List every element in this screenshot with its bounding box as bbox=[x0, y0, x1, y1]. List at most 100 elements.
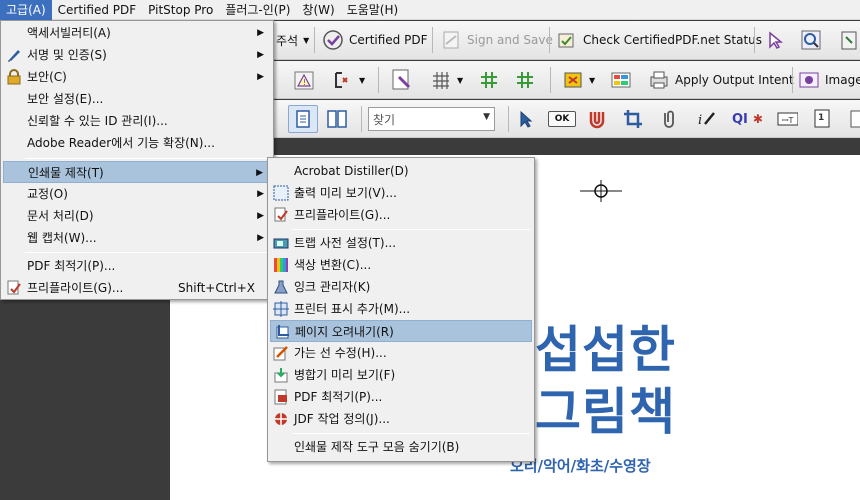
text-field-tool-button[interactable]: ꟷT bbox=[776, 105, 798, 133]
color-convert-button[interactable]: ▼ bbox=[562, 66, 595, 94]
arrow-cursor-icon bbox=[514, 108, 536, 130]
info-tool-button[interactable]: i bbox=[696, 105, 718, 133]
image-button[interactable]: Image bbox=[798, 66, 860, 94]
select-tool-button[interactable] bbox=[764, 26, 786, 54]
submenu-item-jdf-job-definitions[interactable]: JDF 작업 정의(J)... bbox=[270, 408, 532, 430]
dropdown-arrow-icon: ▼ bbox=[457, 75, 464, 85]
magnifier-icon bbox=[800, 29, 822, 51]
trap-presets-icon bbox=[273, 235, 289, 251]
menu-plugins[interactable]: 플러그-인(P) bbox=[219, 0, 296, 20]
dropdown-arrow-icon: ▼ bbox=[589, 75, 596, 85]
hash-green-icon bbox=[514, 69, 536, 91]
submenu-arrow-icon: ▶ bbox=[256, 168, 263, 178]
crop-tool-button[interactable] bbox=[622, 105, 644, 133]
magnet-tool-button[interactable] bbox=[586, 105, 608, 133]
menu-item-print-production[interactable]: 인쇄물 제작(T) ▶ bbox=[3, 161, 271, 183]
menu-item-proofing[interactable]: 교정(O) ▶ bbox=[3, 183, 271, 205]
submenu-item-flattener-preview[interactable]: 병합기 미리 보기(F) bbox=[270, 364, 532, 386]
numbered-list-tool-button[interactable]: 1 bbox=[812, 105, 834, 133]
submenu-arrow-icon: ▶ bbox=[257, 211, 264, 221]
trap-presets-button[interactable] bbox=[514, 66, 536, 94]
crop-marks-button[interactable]: ▼ bbox=[332, 66, 365, 94]
submenu-item-hide-print-toolbar[interactable]: 인쇄물 제작 도구 모음 숨기기(B) bbox=[270, 436, 532, 458]
submenu-item-ink-manager[interactable]: 잉크 관리자(K) bbox=[270, 276, 532, 298]
check-certified-status-button[interactable]: Check CertifiedPDF.net Status bbox=[556, 26, 762, 54]
menu-item-preflight[interactable]: 프리플라이트(G)... Shift+Ctrl+X bbox=[3, 277, 271, 299]
submenu-item-convert-colors[interactable]: 색상 변환(C)... bbox=[270, 254, 532, 276]
document-edit-icon bbox=[838, 29, 860, 51]
find-input[interactable]: 찾기 ▼ bbox=[368, 107, 495, 131]
convert-colors-icon bbox=[273, 257, 289, 273]
preflight-icon bbox=[273, 207, 289, 223]
menu-bar: 고급(A) Certified PDF PitStop Pro 플러그-인(P)… bbox=[0, 0, 860, 20]
single-page-view-button[interactable] bbox=[288, 105, 318, 133]
crop-crosshair-icon bbox=[580, 180, 622, 202]
menu-help[interactable]: 도움말(H) bbox=[341, 0, 405, 20]
toolbar-separator bbox=[754, 27, 755, 53]
submenu-arrow-icon: ▶ bbox=[257, 50, 264, 60]
submenu-item-acrobat-distiller[interactable]: Acrobat Distiller(D) bbox=[270, 160, 532, 182]
menu-separator bbox=[25, 158, 269, 159]
preflight-icon bbox=[6, 280, 22, 296]
single-page-icon bbox=[292, 108, 314, 130]
menu-item-trusted-id[interactable]: 신뢰할 수 있는 ID 관리(I)... bbox=[3, 110, 271, 132]
grid-tool-button[interactable]: ▼ bbox=[430, 66, 463, 94]
star-icon: ✱ bbox=[752, 112, 763, 126]
menu-item-security-settings[interactable]: 보안 설정(E)... bbox=[3, 88, 271, 110]
menu-advanced[interactable]: 고급(A) bbox=[0, 0, 52, 20]
menu-pitstop-pro[interactable]: PitStop Pro bbox=[142, 0, 219, 20]
ok-button[interactable]: OK bbox=[548, 105, 576, 133]
warning-triangle-icon: ! bbox=[293, 69, 315, 91]
select-object-button[interactable] bbox=[514, 105, 536, 133]
dropdown-arrow-icon[interactable]: ▼ bbox=[483, 112, 490, 122]
dropdown-arrow-icon: ▼ bbox=[359, 75, 366, 85]
toolbar-separator bbox=[550, 67, 551, 93]
menu-item-web-capture[interactable]: 웹 캡처(W)... ▶ bbox=[3, 227, 271, 249]
sign-save-icon bbox=[440, 29, 462, 51]
menu-certified-pdf[interactable]: Certified PDF bbox=[52, 0, 143, 20]
svg-text:i: i bbox=[698, 113, 702, 128]
toolbar-separator bbox=[508, 106, 509, 132]
preflight-button[interactable] bbox=[390, 66, 412, 94]
fix-hairlines-icon bbox=[273, 345, 289, 361]
crop-icon bbox=[622, 108, 644, 130]
paperclip-icon bbox=[658, 108, 680, 130]
toolbar-separator bbox=[314, 27, 315, 53]
zoom-tool-button[interactable] bbox=[800, 26, 822, 54]
output-preview-button[interactable]: ! bbox=[293, 66, 315, 94]
lock-icon bbox=[6, 69, 22, 85]
ink-manager-button[interactable] bbox=[610, 66, 632, 94]
certified-pdf-icon bbox=[322, 29, 344, 51]
submenu-item-preflight[interactable]: 프리플라이트(G)... bbox=[270, 204, 532, 226]
menu-separator bbox=[292, 229, 530, 230]
submenu-item-add-printer-marks[interactable]: 프린터 표시 추가(M)... bbox=[270, 298, 532, 320]
submenu-item-fix-hairlines[interactable]: 가는 선 수정(H)... bbox=[270, 342, 532, 364]
submenu-item-output-preview[interactable]: 출력 미리 보기(V)... bbox=[270, 182, 532, 204]
preflight-doc-icon bbox=[390, 69, 412, 91]
menu-separator bbox=[292, 433, 530, 434]
jdf-icon bbox=[273, 411, 289, 427]
link-tool-button[interactable] bbox=[658, 105, 680, 133]
menu-item-accessibility[interactable]: 액세서빌러티(A) ▶ bbox=[3, 22, 271, 44]
certified-pdf-button[interactable]: Certified PDF bbox=[322, 26, 428, 54]
menu-separator bbox=[25, 252, 269, 253]
ok-badge: OK bbox=[548, 111, 576, 127]
trap-button[interactable] bbox=[478, 66, 500, 94]
menu-item-document-processing[interactable]: 문서 처리(D) ▶ bbox=[3, 205, 271, 227]
tool-button-edge[interactable] bbox=[838, 26, 860, 54]
submenu-item-crop-pages[interactable]: 페이지 오려내기(R) bbox=[270, 320, 532, 342]
menu-item-sign-certify[interactable]: 서명 및 인증(S) ▶ bbox=[3, 44, 271, 66]
comment-tool-partial[interactable]: 주석 ▼ bbox=[276, 26, 309, 54]
menu-item-extend-reader[interactable]: Adobe Reader에서 기능 확장(N)... bbox=[3, 132, 271, 154]
sign-and-save-button[interactable]: Sign and Save bbox=[440, 26, 553, 54]
submenu-item-trap-presets[interactable]: 트랩 사전 설정(T)... bbox=[270, 232, 532, 254]
apply-output-intent-button[interactable]: Apply Output Intent bbox=[648, 66, 794, 94]
two-page-view-button[interactable] bbox=[326, 105, 348, 133]
menu-window[interactable]: 창(W) bbox=[296, 0, 340, 20]
menu-item-security[interactable]: 보안(C) ▶ bbox=[3, 66, 271, 88]
output-preview-icon bbox=[273, 185, 289, 201]
qi-tool-button[interactable]: QI ✱ bbox=[732, 105, 763, 133]
edge-tool-button[interactable] bbox=[846, 105, 860, 133]
submenu-item-pdf-optimizer[interactable]: PDF 최적기(P)... bbox=[270, 386, 532, 408]
menu-item-pdf-optimizer[interactable]: PDF 최적기(P)... bbox=[3, 255, 271, 277]
